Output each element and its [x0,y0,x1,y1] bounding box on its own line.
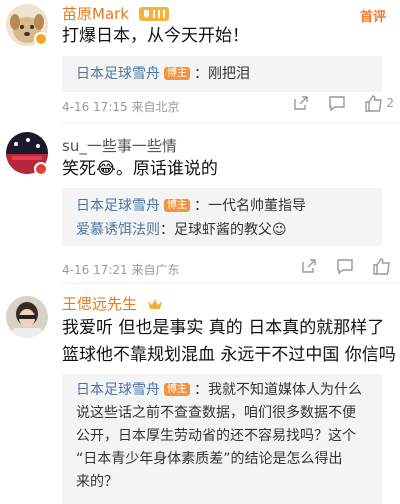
comment-text: 篮球他不靠规划混血 永远干不过中国 你信吗 [62,345,396,365]
username[interactable]: 苗原Mark [62,5,169,25]
comment-location: 来自北京 [131,100,180,114]
reply-line: 日本足球雪舟 博主 ：我就不知道媒体人为什么 [76,378,362,402]
thumbs-up-icon [373,258,390,275]
reply-line: 说这些话之前不查查数据，咱们很多数据不便 [76,405,356,421]
reply-line: 日本足球雪舟 博主 ：刚把泪 [76,62,250,86]
comment-actions: 2 [274,94,394,112]
reply-line: “日本青少年身体素质差”的结论是怎么得出 [76,451,343,467]
reply-line: 公开，日本厚生劳动省的还不容易找吗？这个 [76,428,356,444]
blogger-badge: 博主 [164,383,190,396]
comment-text: 笑死😂。原话谁说的 [62,159,218,179]
comment-actions [282,257,394,275]
blogger-badge: 博主 [164,199,190,212]
comment-icon [329,96,346,112]
share-button[interactable] [300,257,318,275]
comment-meta: 4-16 17:21 来自广东 [62,261,179,278]
comment-date: 4-16 17:15 [62,100,128,114]
thumbs-up-icon [365,95,383,112]
reply-box[interactable]: 日本足球雪舟 博主 ：刚把泪 [62,56,382,92]
reply-box[interactable]: 日本足球雪舟 博主 ：一代名帅董指导 爱慕诱饵法则：足球虾酱的教父😉 [62,188,382,246]
reply-line: 爱慕诱饵法则：足球虾酱的教父😉 [76,218,287,242]
first-comment-tag: 首评 [359,10,386,25]
verified-icon [34,32,48,46]
reply-author[interactable]: 日本足球雪舟 [76,382,160,398]
like-count: 2 [386,96,394,110]
reply-text: ：足球虾酱的教父😉 [160,222,287,238]
username[interactable]: su_一些事一些情 [62,137,177,155]
share-icon [302,259,316,273]
reply-text: ：我就不知道媒体人为什么 [194,382,362,398]
comment-item: 苗原Mark 首评 打爆日本，从今天开始！ 日本足球雪舟 博主 ：刚把泪 4-16 … [0,0,400,124]
blogger-badge: 博主 [164,67,190,80]
reply-author[interactable]: 爱慕诱饵法则 [76,222,160,238]
like-button[interactable]: 2 [364,94,394,112]
reply-text: ：刚把泪 [194,66,250,82]
share-button[interactable] [292,94,310,112]
comment-date: 4-16 17:21 [62,263,128,277]
comment-item: su_一些事一些情 笑死😂。原话谁说的 日本足球雪舟 博主 ：一代名帅董指导 爱慕诱… [0,124,400,284]
comment-item: 王偲远先生 我爱听 但也是事实 真的 日本真的就那样了 篮球他不靠规划混血 永远… [0,284,400,504]
comment-button[interactable] [328,94,346,112]
reply-line: 来的？ [76,474,118,490]
username[interactable]: 王偲远先生 [62,295,163,315]
verified-icon [34,162,48,176]
reply-line: 日本足球雪舟 博主 ：一代名帅董指导 [76,194,306,218]
avatar[interactable] [6,296,48,338]
comment-button[interactable] [336,257,354,275]
comment-icon [337,259,353,275]
comment-text: 我爱听 但也是事实 真的 日本真的就那样了 [62,318,385,338]
like-button[interactable] [372,257,394,275]
username-text[interactable]: 苗原Mark [62,5,129,23]
username-text[interactable]: 王偲远先生 [62,295,137,313]
comment-text: 打爆日本，从今天开始！ [62,26,249,46]
comment-meta: 4-16 17:15 来自北京 [62,98,179,115]
comment-location: 来自广东 [131,263,180,277]
crown-icon [147,297,163,315]
reply-author[interactable]: 日本足球雪舟 [76,66,160,82]
reply-text: ：一代名帅董指导 [194,198,306,214]
share-icon [294,96,309,110]
reply-author[interactable]: 日本足球雪舟 [76,198,160,214]
reply-box[interactable]: 日本足球雪舟 博主 ：我就不知道媒体人为什么 说这些话之前不查查数据，咱们很多数据不… [62,374,382,504]
